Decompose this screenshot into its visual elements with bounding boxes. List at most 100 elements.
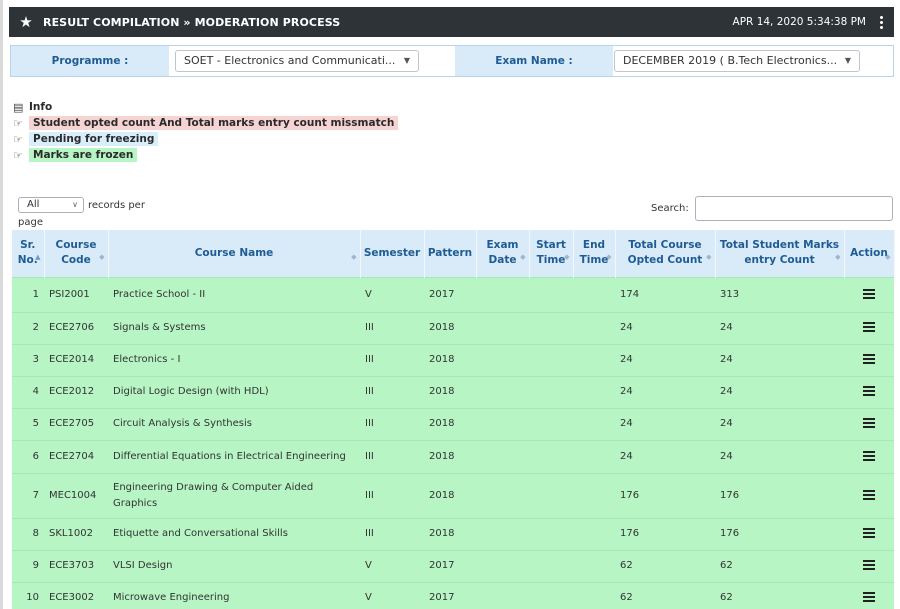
legend-item: ☞ Marks are frozen (13, 147, 398, 163)
col-start-time[interactable]: Start Time ◆ (529, 230, 574, 277)
col-course-name[interactable]: Course Name ◆ (108, 230, 361, 277)
cell-code: ECE2014 (44, 343, 108, 376)
cell-code: ECE3002 (44, 581, 108, 609)
cell-sr: 4 (12, 375, 44, 408)
star-icon[interactable]: ★ (15, 7, 37, 37)
header-datetime: APR 14, 2020 5:34:38 PM (732, 16, 866, 28)
cell-exam-date (476, 439, 529, 473)
pointing-hand-icon: ☞ (13, 132, 23, 146)
col-exam-date[interactable]: Exam Date ◆ (476, 230, 530, 277)
cell-pattern: 2018 (424, 311, 476, 344)
cell-opted: 174 (615, 276, 715, 312)
legend-pending: Pending for freezing (29, 132, 159, 146)
cell-start-time (529, 407, 573, 440)
col-opted-count[interactable]: Total Course Opted Count ◆ (615, 230, 716, 277)
table-row: 10 ECE3002 Microwave Engineering V 2017 … (12, 581, 894, 609)
cell-sr: 7 (12, 472, 44, 518)
menu-icon[interactable] (863, 322, 875, 332)
legend-item: ☞ Student opted count And Total marks en… (13, 115, 399, 131)
exam-name-select[interactable]: DECEMBER 2019 ( B.Tech Electronics... ▼ (614, 50, 860, 72)
col-label: Total Course Opted Count (627, 239, 703, 267)
cell-code: SKL1002 (44, 517, 108, 550)
action-cell (844, 311, 894, 344)
menu-icon[interactable] (863, 450, 875, 461)
page-header: ★ RESULT COMPILATION » MODERATION PROCES… (9, 7, 894, 37)
cell-semester: III (360, 375, 424, 408)
cell-start-time (529, 375, 573, 408)
cell-semester: III (360, 311, 424, 344)
cell-entry: 62 (715, 581, 844, 609)
cell-exam-date (476, 276, 529, 312)
cell-end-time (573, 549, 615, 582)
cell-name: Signals & Systems (108, 311, 360, 344)
info-heading: ▤ Info (13, 99, 398, 115)
cell-entry: 176 (715, 472, 844, 518)
cell-code: ECE2706 (44, 311, 108, 344)
menu-icon[interactable] (863, 418, 875, 428)
col-semester[interactable]: Semester (360, 230, 425, 277)
menu-icon[interactable] (863, 386, 875, 396)
menu-icon[interactable] (863, 592, 875, 603)
sort-icon: ◆ (99, 252, 105, 261)
action-cell (844, 517, 894, 550)
cell-entry: 24 (715, 407, 844, 440)
menu-icon[interactable] (863, 288, 875, 299)
action-cell (844, 343, 894, 376)
col-pattern[interactable]: Pattern (424, 230, 477, 277)
col-label: Pattern (427, 246, 473, 259)
cell-code: PSI2001 (44, 276, 108, 312)
programme-select[interactable]: SOET - Electronics and Communicati... ▼ (175, 50, 419, 72)
sort-icon: ◆ (835, 252, 841, 261)
left-border (0, 0, 3, 609)
action-cell (844, 407, 894, 440)
course-table: Sr. No. ▲ Course Code ◆ Course Name ◆ Semes… (12, 230, 895, 609)
cell-semester: III (360, 472, 424, 518)
cell-exam-date (476, 375, 529, 408)
cell-exam-date (476, 549, 529, 582)
cell-start-time (529, 472, 573, 518)
legend-mismatch: Student opted count And Total marks entr… (29, 116, 399, 130)
cell-start-time (529, 549, 573, 582)
cell-end-time (573, 581, 615, 609)
legend-frozen: Marks are frozen (29, 148, 138, 162)
cell-entry: 313 (715, 276, 844, 312)
cell-end-time (573, 375, 615, 408)
col-course-code[interactable]: Course Code ◆ (44, 230, 109, 277)
table-row: 9 ECE3703 VLSI Design V 2017 62 62 (12, 549, 894, 582)
cell-opted: 176 (615, 472, 715, 518)
menu-icon[interactable] (863, 354, 875, 364)
menu-icon[interactable] (863, 528, 875, 538)
filter-bar: Programme : SOET - Electronics and Commu… (10, 45, 894, 77)
table-row: 3 ECE2014 Electronics - I III 2018 24 24 (12, 343, 894, 376)
table-header-row: Sr. No. ▲ Course Code ◆ Course Name ◆ Semes… (12, 230, 895, 277)
chevron-down-icon: ▼ (403, 56, 410, 65)
cell-name: Digital Logic Design (with HDL) (108, 375, 360, 408)
table-row: 1 PSI2001 Practice School - II V 2017 17… (12, 276, 894, 312)
search-label: Search: (651, 203, 689, 214)
info-title: Info (29, 101, 53, 113)
menu-icon[interactable] (863, 489, 875, 500)
cell-sr: 6 (12, 439, 44, 473)
cell-end-time (573, 472, 615, 518)
cell-end-time (573, 276, 615, 312)
cell-start-time (529, 276, 573, 312)
cell-code: ECE2012 (44, 375, 108, 408)
cell-start-time (529, 581, 573, 609)
cell-opted: 24 (615, 407, 715, 440)
more-options-icon[interactable] (874, 7, 888, 37)
cell-name: Electronics - I (108, 343, 360, 376)
col-end-time[interactable]: End Time ◆ (573, 230, 616, 277)
cell-start-time (529, 311, 573, 344)
col-sr-no[interactable]: Sr. No. ▲ (12, 230, 45, 277)
records-per-page-select[interactable]: All ∨ (18, 197, 84, 213)
menu-icon[interactable] (863, 560, 875, 570)
col-label: Course Code (55, 239, 97, 267)
col-label: Semester (363, 246, 421, 259)
col-label: Exam Date (486, 239, 519, 267)
cell-pattern: 2017 (424, 549, 476, 582)
col-entry-count[interactable]: Total Student Marks entry Count ◆ (715, 230, 845, 277)
cell-sr: 9 (12, 549, 44, 582)
table-row: 4 ECE2012 Digital Logic Design (with HDL… (12, 375, 894, 408)
search-input[interactable] (694, 196, 893, 221)
cell-opted: 24 (615, 311, 715, 344)
